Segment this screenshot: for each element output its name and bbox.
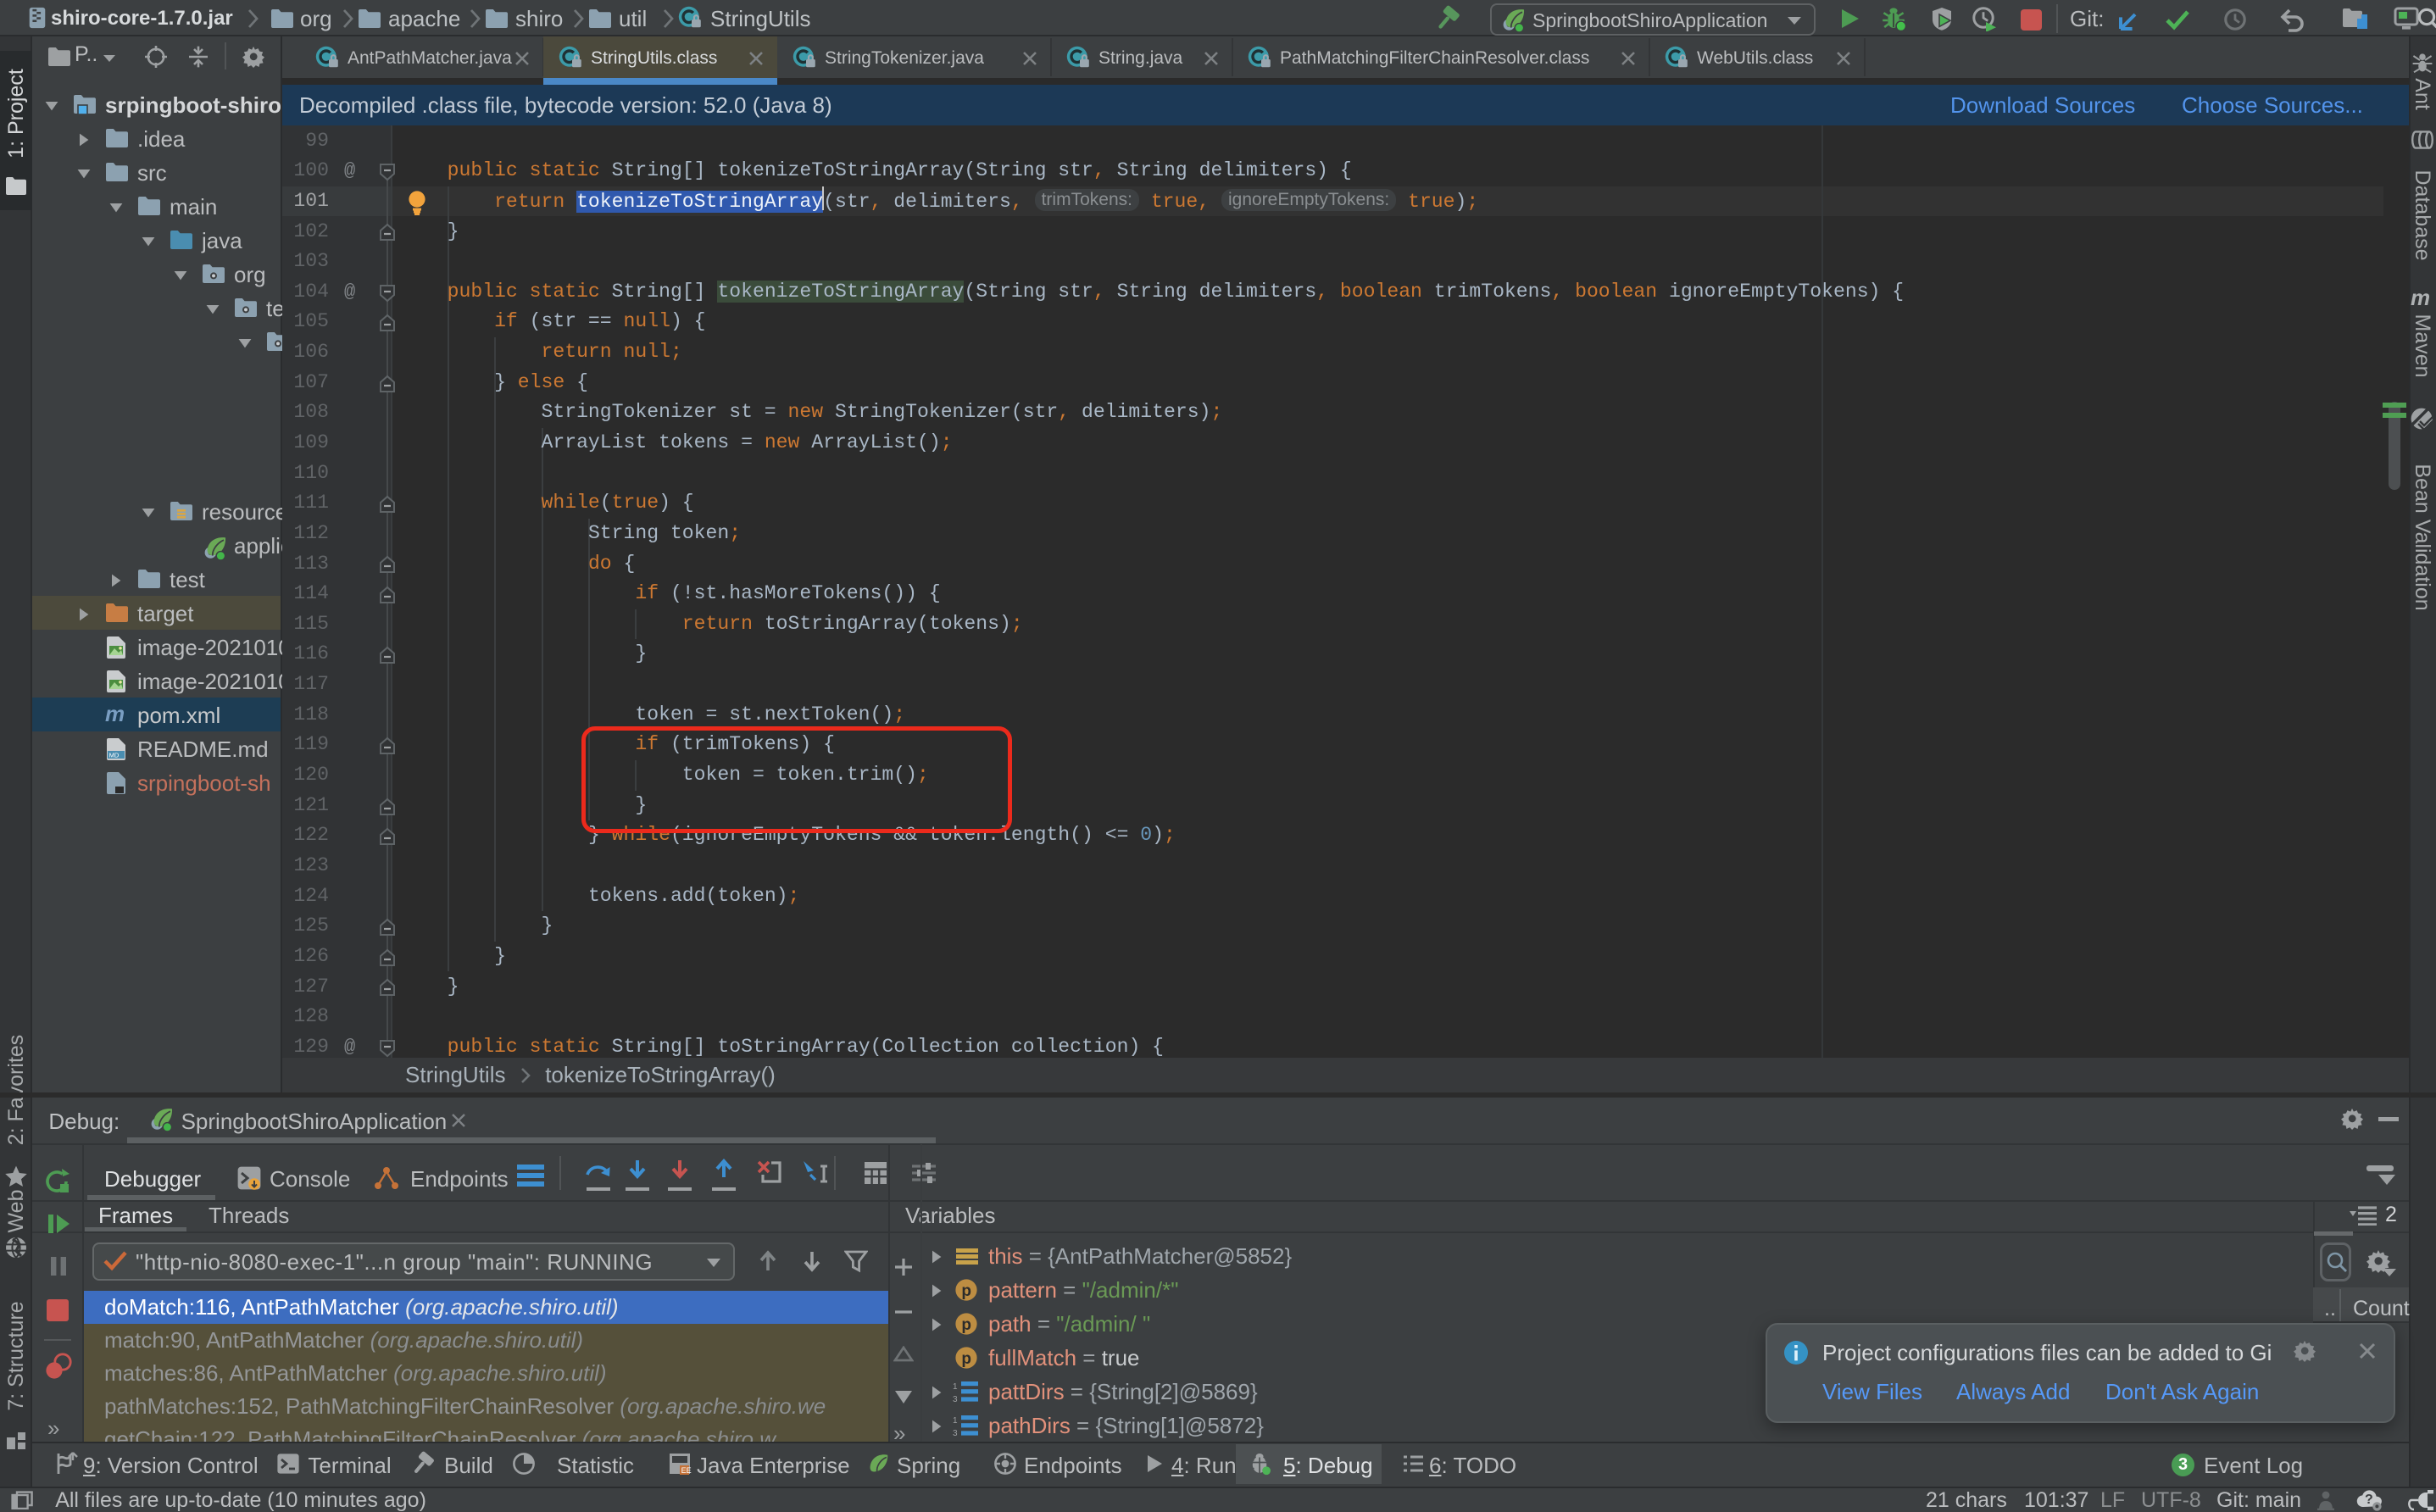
- svg-text:3: 3: [953, 1395, 958, 1404]
- svg-text:?: ?: [2365, 1493, 2373, 1507]
- svg-text:1: 1: [953, 1382, 958, 1392]
- svg-text:p: p: [961, 1282, 971, 1300]
- svg-text:p: p: [961, 1316, 971, 1334]
- svg-text:p: p: [961, 1350, 971, 1368]
- svg-text:1: 1: [953, 1416, 958, 1426]
- svg-text:EE: EE: [681, 1466, 692, 1475]
- svg-text:3: 3: [953, 1429, 958, 1437]
